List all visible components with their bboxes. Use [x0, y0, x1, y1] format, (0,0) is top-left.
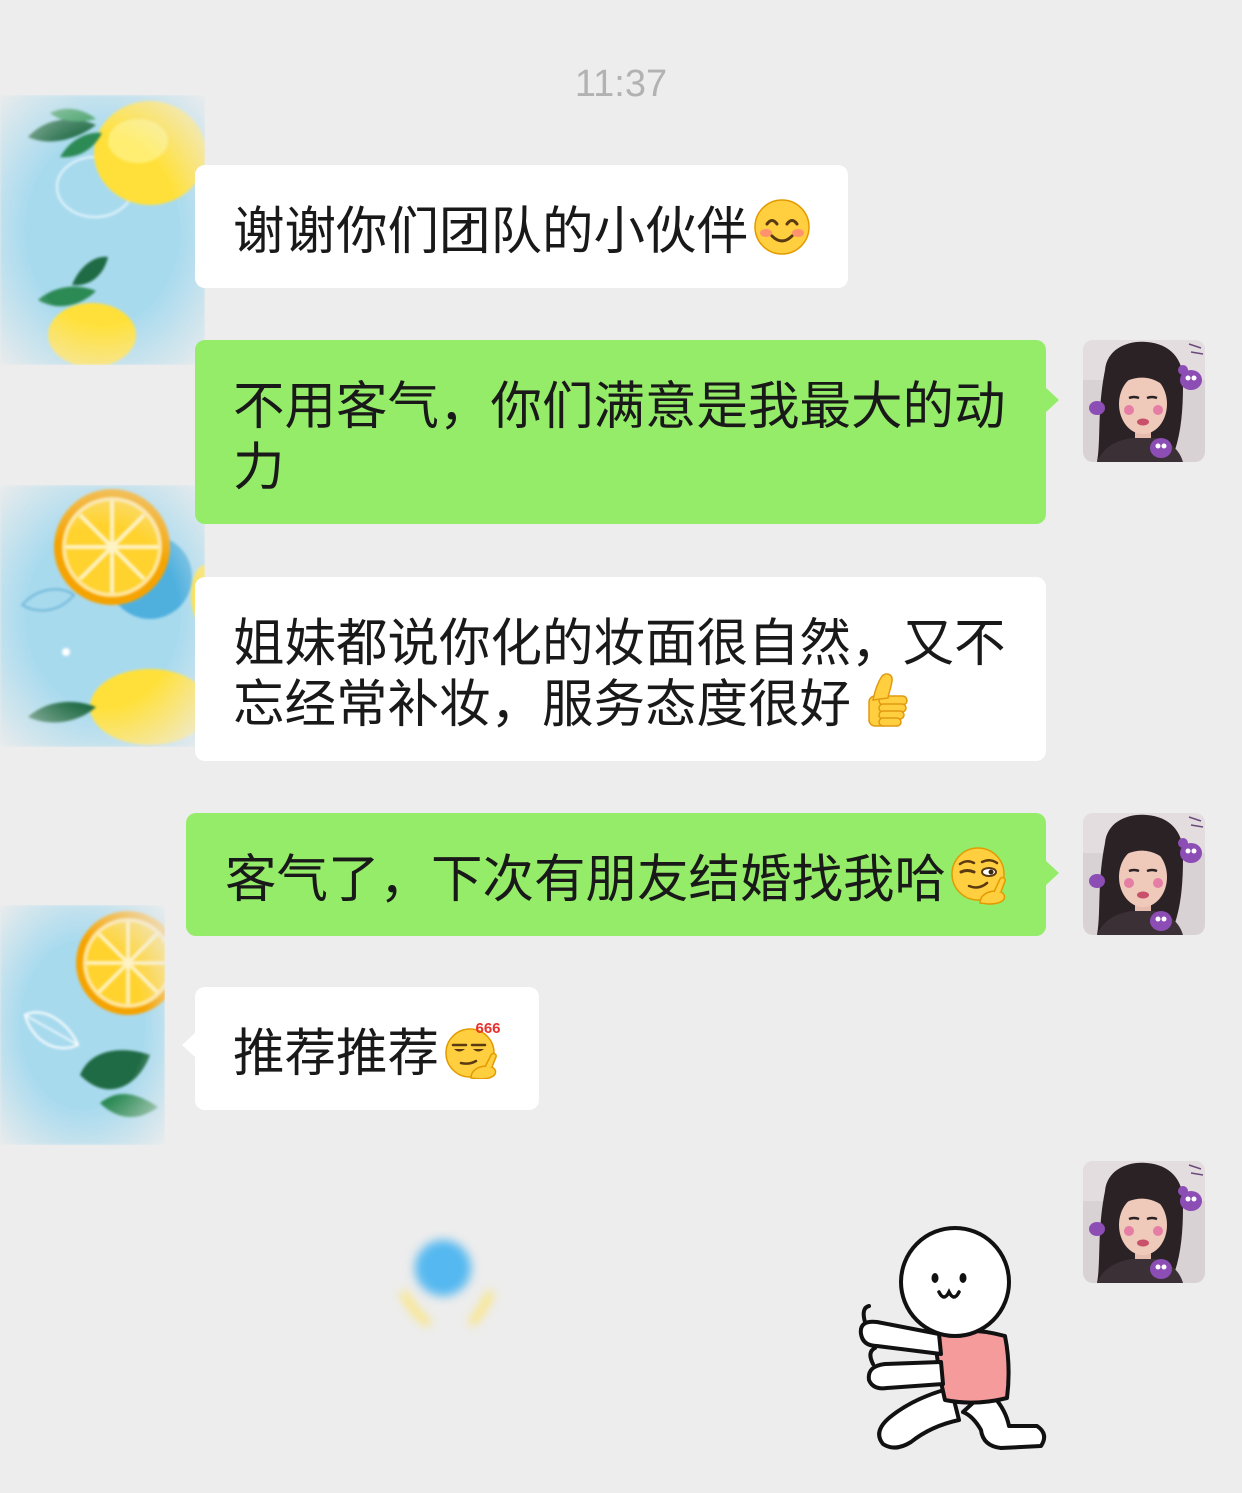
- lemon-avatar-image: [0, 485, 205, 747]
- my-avatar[interactable]: [1083, 1161, 1205, 1283]
- emoji-666-label: 666: [476, 1020, 501, 1037]
- message-text-line: 客气了，下次有朋友结婚找我哈: [225, 844, 1010, 908]
- lemon-avatar-image: [0, 905, 165, 1145]
- message-text: 推荐推荐: [233, 1024, 440, 1082]
- message-text: 客气了，下次有朋友结婚找我哈: [224, 850, 946, 908]
- message-text-line: 力: [233, 438, 285, 496]
- 666-face-icon: 666: [445, 1020, 501, 1079]
- message-bubble-sent[interactable]: 不用客气，你们满意是我最大的动 力: [195, 340, 1059, 524]
- avatar-photo: [1083, 1161, 1205, 1283]
- message-bubble-received[interactable]: 谢谢你们团队的小伙伴: [195, 165, 849, 288]
- avatar-photo: [1083, 813, 1205, 935]
- my-avatar[interactable]: [1083, 813, 1205, 935]
- message-text-line: 不用客气，你们满意是我最大的动: [233, 377, 1006, 435]
- message-bubble-received[interactable]: 推荐推荐 666: [181, 987, 540, 1110]
- blurred-decoration: [395, 1232, 500, 1327]
- contact-avatar[interactable]: [0, 485, 205, 747]
- message-text-line: 谢谢你们团队的小伙伴: [233, 196, 812, 260]
- contact-avatar[interactable]: [0, 95, 205, 365]
- message-bubble-received[interactable]: 姐妹都说你化的妆面很自然，又不 忘经常补妆，服务态度很好: [195, 577, 1046, 761]
- message-bubble-sent[interactable]: 客气了，下次有朋友结婚找我哈: [185, 813, 1060, 936]
- message-text-line: 忘经常补妆，服务态度很好: [233, 669, 1010, 733]
- message-text: 忘经常补妆，服务态度很好: [233, 675, 852, 733]
- my-avatar[interactable]: [1083, 340, 1205, 462]
- message-text: 谢谢你们团队的小伙伴: [233, 202, 749, 260]
- thumbs-up-icon: [868, 672, 908, 727]
- kneeling-cartoon-sticker[interactable]: [853, 1222, 1048, 1454]
- message-text-line: 推荐推荐 666: [233, 1018, 503, 1083]
- contact-avatar[interactable]: [0, 905, 165, 1145]
- lemon-avatar-image: [0, 95, 205, 365]
- message-text-line: 姐妹都说你化的妆面很自然，又不: [233, 614, 1006, 672]
- sticker-image: [858, 1226, 1047, 1450]
- smiling-face-icon: [754, 198, 810, 255]
- smart-face-icon: [951, 846, 1006, 905]
- avatar-photo: [1083, 340, 1205, 462]
